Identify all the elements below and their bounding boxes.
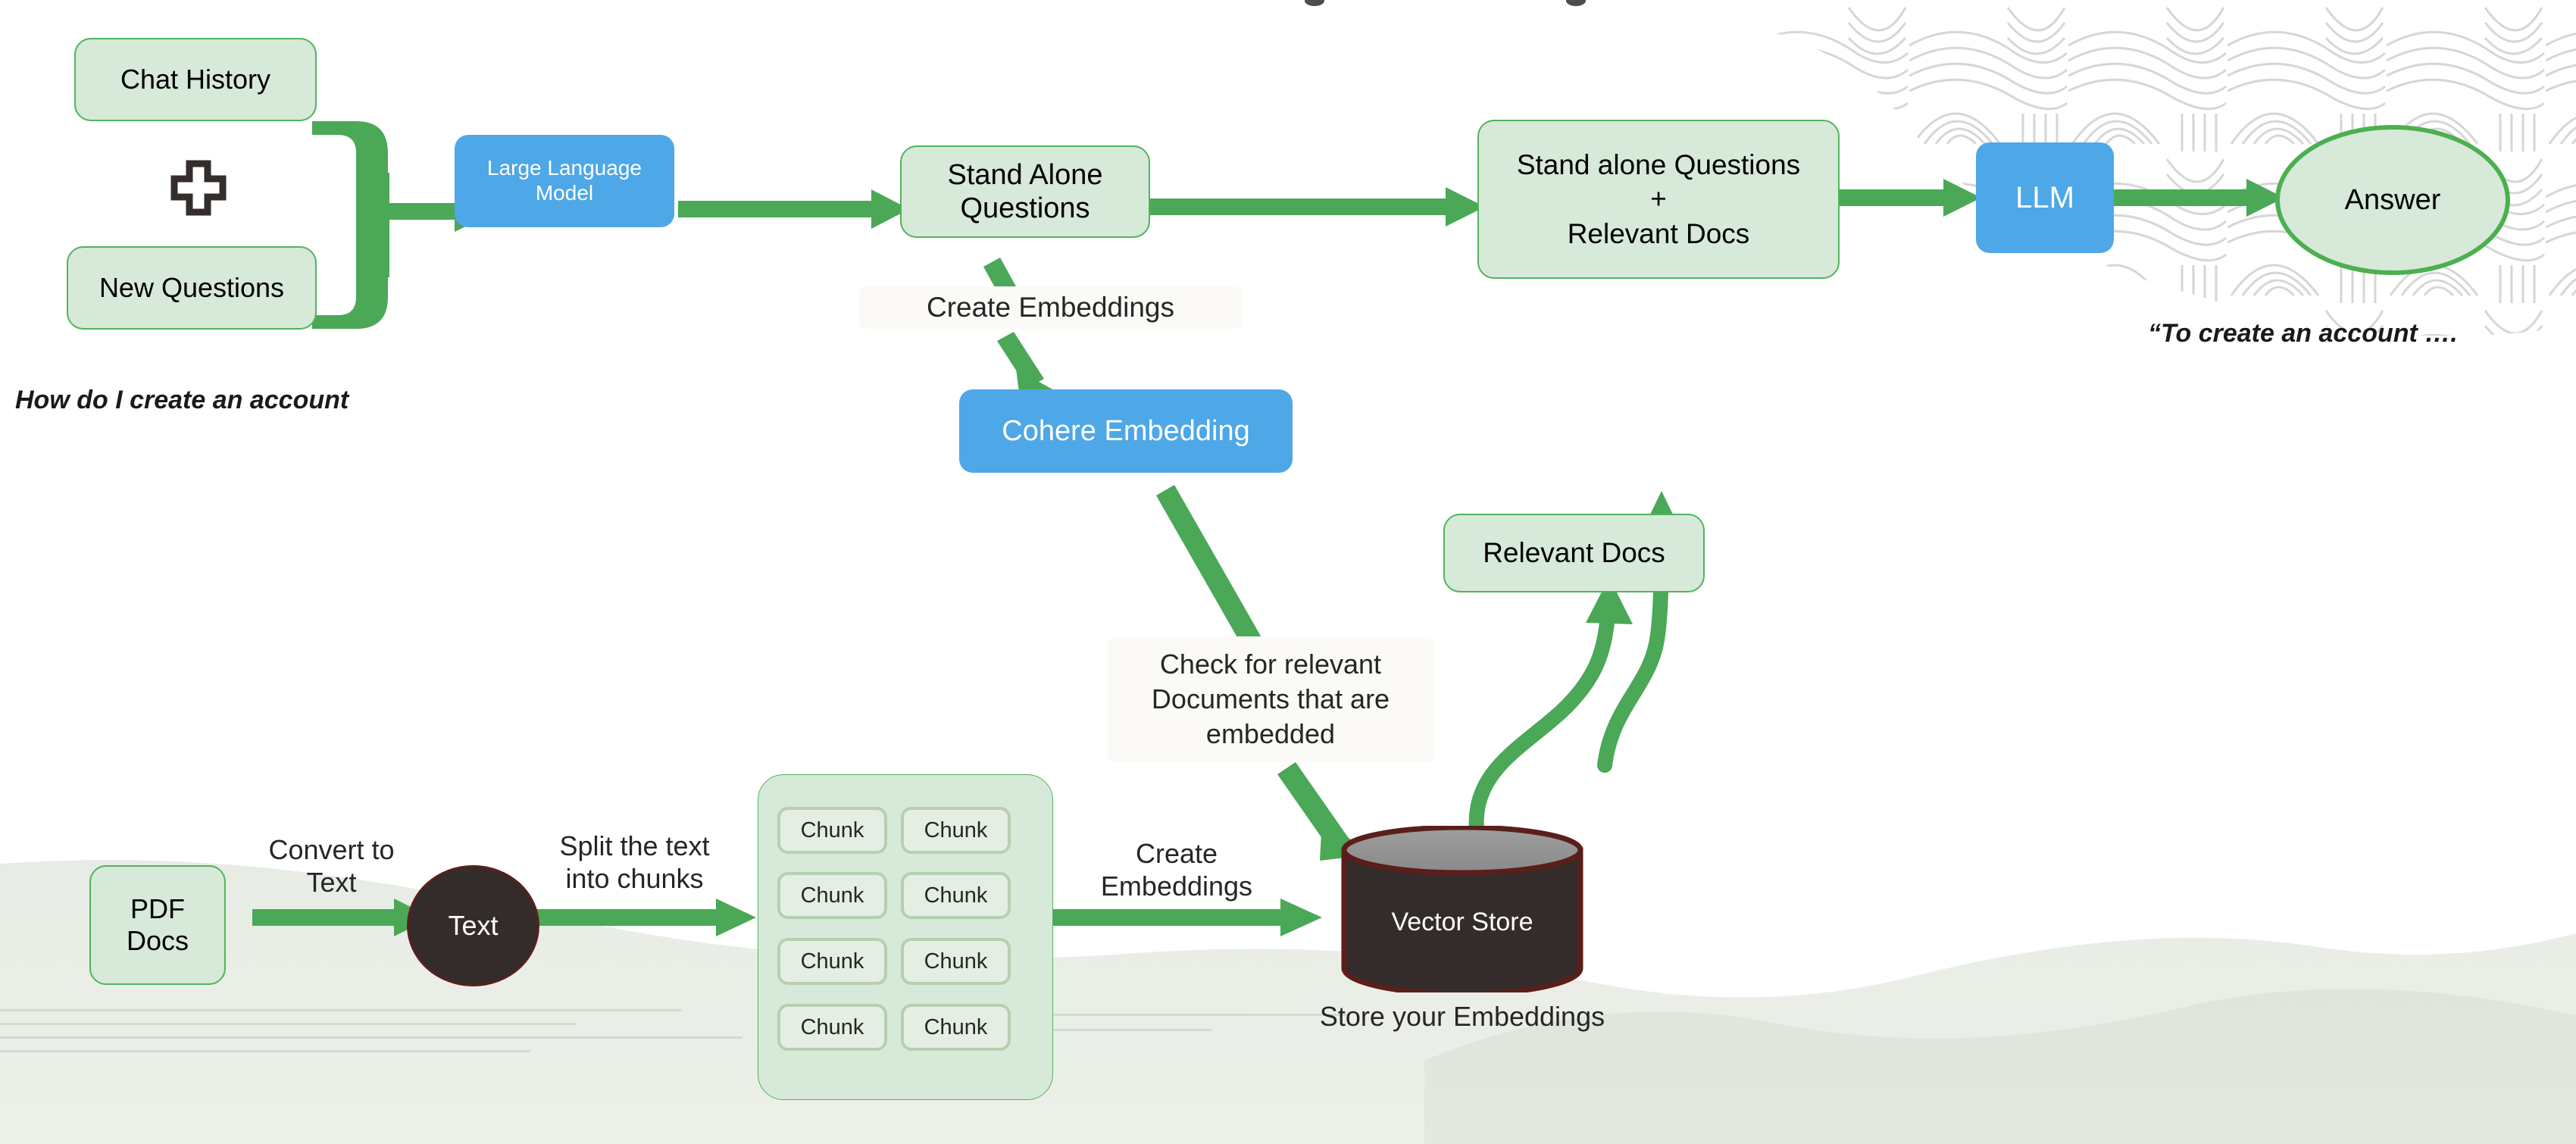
label-check-relevant-documents: Check for relevant Documents that are em… [1108,636,1433,763]
label-create-embeddings-bottom: Create Embeddings [1100,838,1253,902]
node-text-label: Text [448,909,499,941]
node-chat-history-label: Chat History [120,63,271,95]
chunk-item[interactable]: Chunk [777,938,887,985]
plus-icon [170,160,227,216]
node-large-language-model-label: Large Language Model [487,156,642,205]
label-user-question-example: How do I create an account [15,386,349,414]
chunk-item[interactable]: Chunk [901,872,1011,919]
node-answer[interactable]: Answer [2275,125,2510,275]
background-decoration [0,0,2576,1144]
diagram-canvas: Chat History New Questions How do I crea… [0,0,2576,1144]
label-answer-example: “To create an account …. [2148,319,2458,348]
chunk-label: Chunk [924,949,988,974]
node-new-questions[interactable]: New Questions [67,246,317,330]
node-cohere-embedding[interactable]: Cohere Embedding [959,389,1293,473]
chunk-label: Chunk [800,883,864,908]
chunk-label: Chunk [800,817,864,842]
node-text[interactable]: Text [407,865,539,986]
node-answer-label: Answer [2344,183,2441,216]
chunk-label: Chunk [800,949,864,974]
node-relevant-docs-label: Relevant Docs [1483,537,1665,569]
node-pdf-docs[interactable]: PDF Docs [89,865,226,985]
chunk-item[interactable]: Chunk [901,1004,1011,1051]
chunk-item[interactable]: Chunk [901,807,1011,854]
node-stand-alone-questions[interactable]: Stand Alone Questions [900,145,1150,238]
node-cohere-embedding-label: Cohere Embedding [1002,414,1250,447]
node-llm-label: LLM [2015,180,2074,214]
label-split-into-chunks: Split the text into chunks [559,830,710,895]
node-pdf-docs-label: PDF Docs [126,892,189,956]
node-standalone-docs-line3: Relevant Docs [1567,217,1750,249]
chunk-label: Chunk [924,817,988,842]
node-stand-alone-questions-label: Stand Alone Questions [947,158,1103,224]
chunk-item[interactable]: Chunk [777,807,887,854]
node-chat-history[interactable]: Chat History [74,38,317,121]
label-convert-to-text: Convert to Text [268,834,395,899]
chunk-item[interactable]: Chunk [777,872,887,919]
node-stand-alone-questions-plus-relevant-docs[interactable]: Stand alone Questions + Relevant Docs [1477,120,1840,279]
label-create-embeddings-top: Create Embeddings [859,286,1242,330]
node-new-questions-label: New Questions [98,271,285,303]
chunk-label: Chunk [924,883,988,908]
node-large-language-model[interactable]: Large Language Model [455,135,674,227]
chunks-container: Chunk Chunk Chunk Chunk Chunk Chunk Chun… [758,774,1053,1100]
chunk-item[interactable]: Chunk [777,1004,887,1051]
node-vector-store[interactable]: Vector Store [1341,824,1583,997]
chunk-label: Chunk [924,1014,988,1039]
node-standalone-docs-line1: Stand alone Questions [1516,149,1801,181]
node-relevant-docs[interactable]: Relevant Docs [1443,514,1705,592]
node-llm[interactable]: LLM [1976,142,2114,253]
node-standalone-docs-line2: + [1650,183,1667,215]
chunk-item[interactable]: Chunk [901,938,1011,985]
chunk-label: Chunk [800,1014,864,1039]
label-store-your-embeddings: Store your Embeddings [1319,1001,1605,1032]
connector-arrows [252,121,2284,936]
